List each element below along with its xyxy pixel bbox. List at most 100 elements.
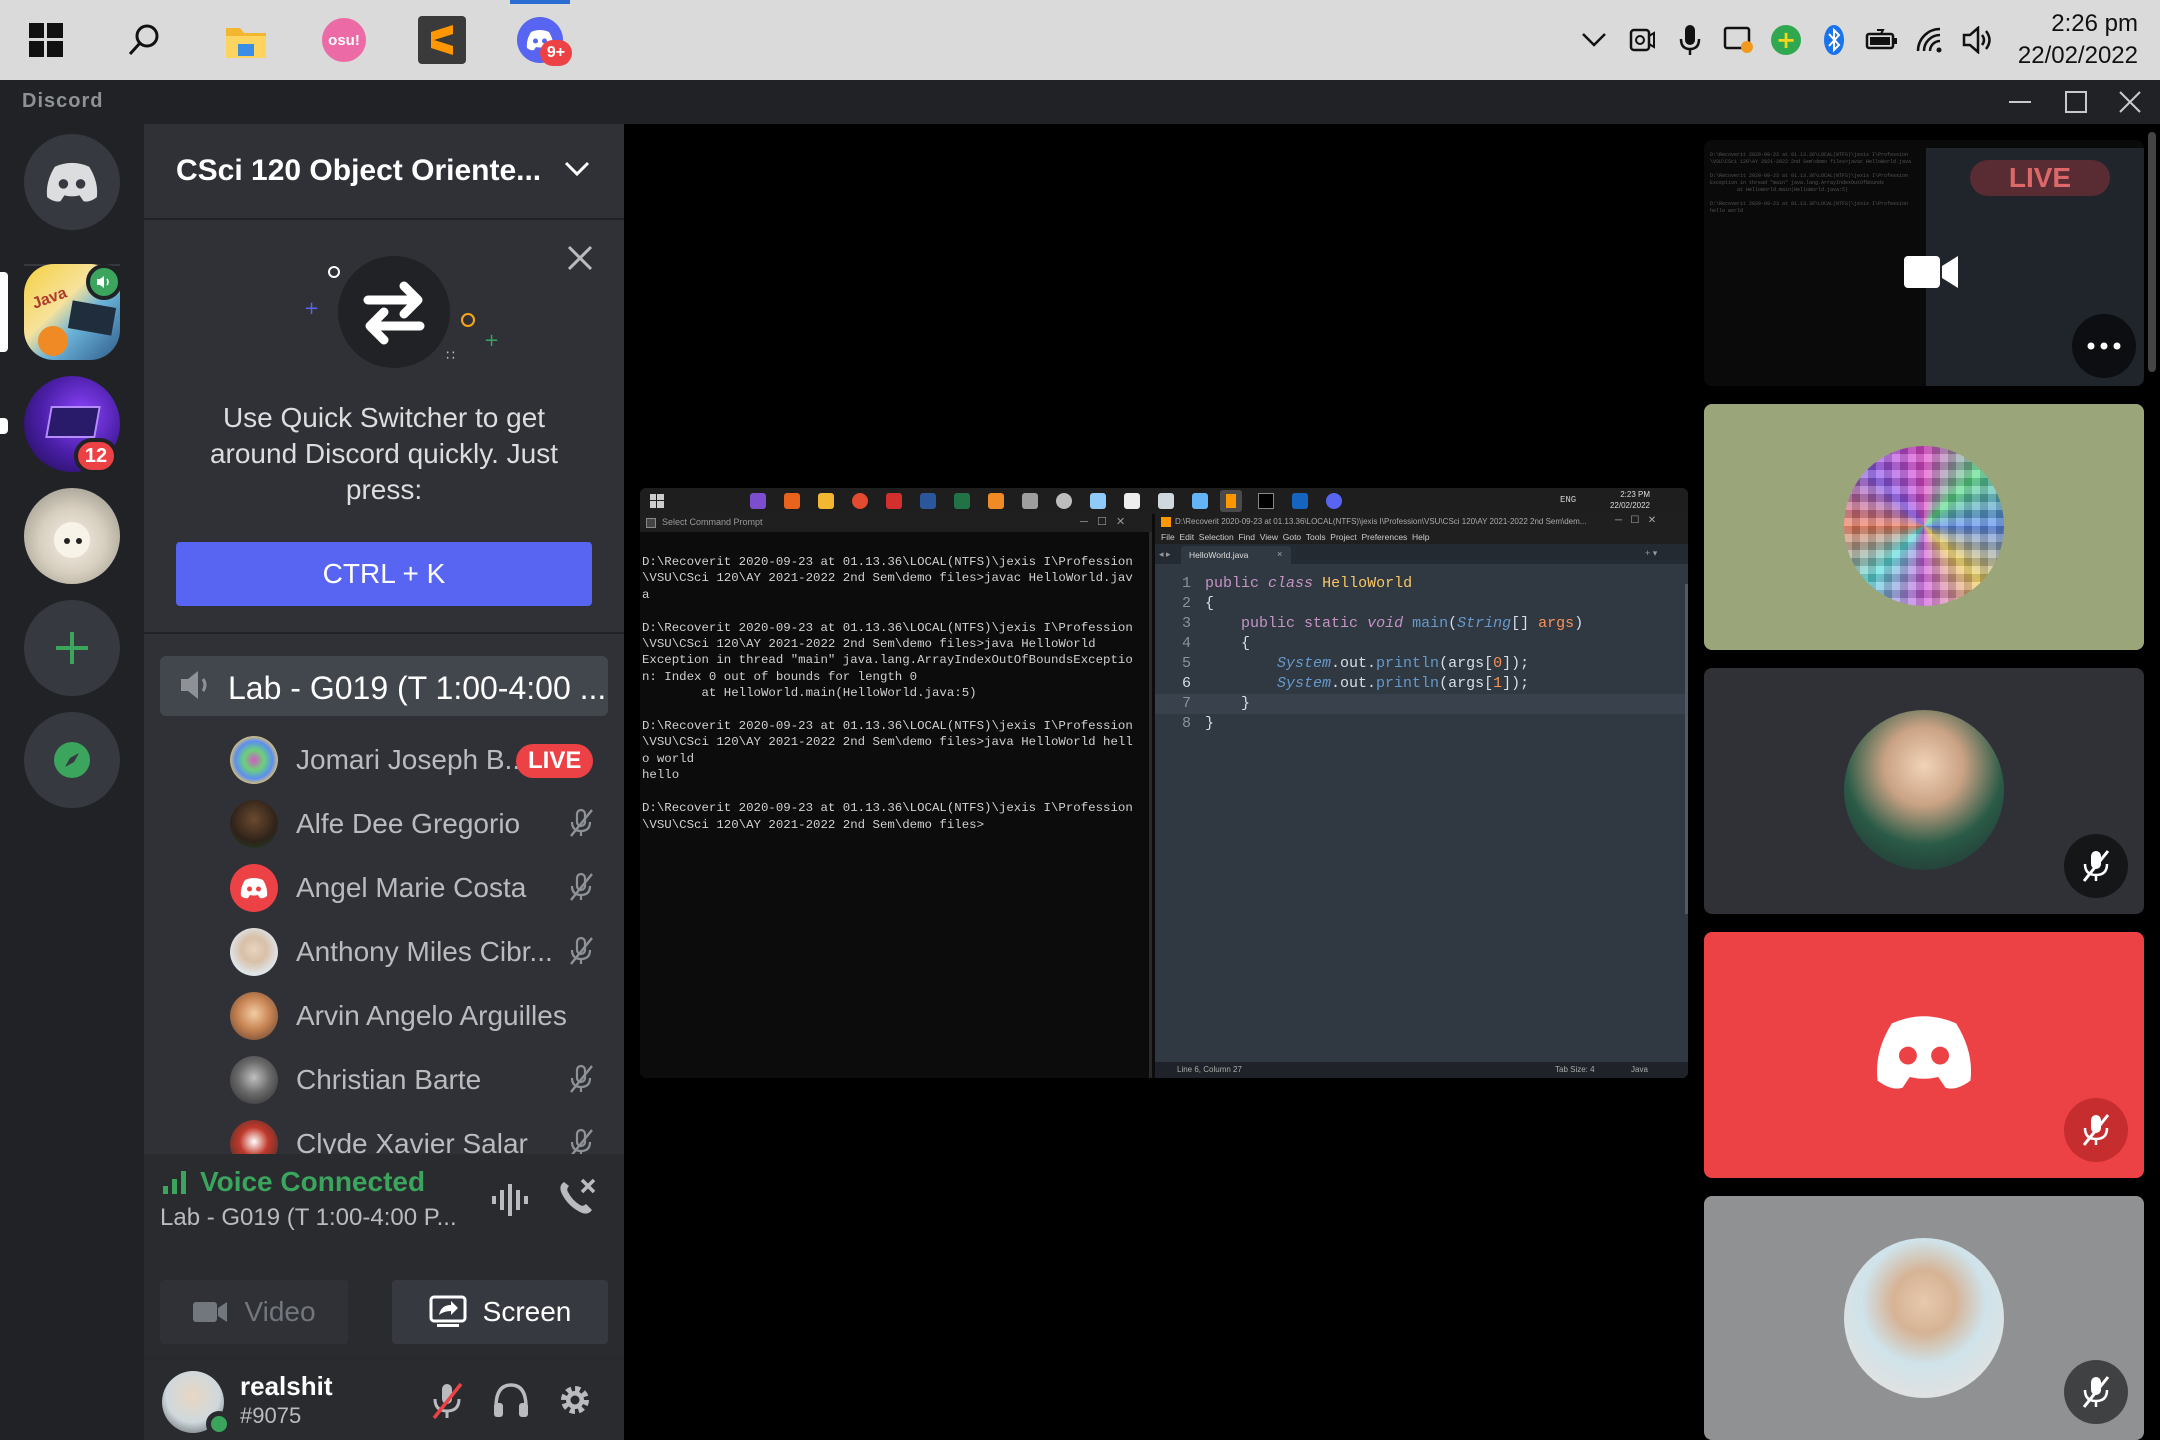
- more-options-icon[interactable]: [2072, 314, 2136, 378]
- live-badge: LIVE: [516, 744, 594, 778]
- voice-member[interactable]: Christian Barte: [230, 1050, 610, 1110]
- quick-switcher-text: Use Quick Switcher to get around Discord…: [209, 402, 559, 505]
- code-line: System.out.println(args[0]);: [1277, 655, 1530, 672]
- command-prompt-line: \VSU\CSci 120\AY 2021-2022 2nd Sem\demo …: [642, 817, 985, 832]
- sublime-tab-helloworld: HelloWorld.java ×: [1181, 546, 1291, 564]
- active-app-indicator: [510, 0, 570, 4]
- avatar: [230, 864, 278, 912]
- voice-connected-status[interactable]: Voice Connected: [200, 1166, 425, 1198]
- participant-tile[interactable]: [1704, 404, 2144, 650]
- maximize-button[interactable]: [2056, 84, 2096, 120]
- gear-icon[interactable]: [556, 1381, 594, 1424]
- stream-preview-tile[interactable]: D:\Recoverit 2020-09-23 at 01.13.36\LOCA…: [1704, 140, 2144, 386]
- muted-mic-icon: [568, 808, 594, 845]
- sublime-tabbar: ◂ ▸ HelloWorld.java × + ▾: [1155, 544, 1688, 564]
- explore-servers-button[interactable]: [24, 712, 120, 808]
- code-line: System.out.println(args[1]);: [1277, 675, 1530, 692]
- inner-app-icon: [886, 493, 902, 509]
- voice-member[interactable]: Clyde Xavier Salar: [230, 1114, 610, 1154]
- inner-app-icon: [784, 493, 800, 509]
- screen-share-button[interactable]: Screen: [392, 1280, 608, 1344]
- discord-taskbar-icon[interactable]: 9+: [510, 0, 572, 66]
- inner-app-icon: [954, 493, 970, 509]
- avatar: [230, 800, 278, 848]
- voice-member[interactable]: Arvin Angelo Arguilles: [230, 986, 610, 1046]
- mute-microphone-icon[interactable]: [430, 1381, 464, 1426]
- file-explorer-icon[interactable]: [220, 14, 272, 66]
- inner-language: ENG: [1560, 495, 1577, 505]
- windows-start-icon[interactable]: [20, 14, 72, 66]
- voice-active-speaker-icon: [86, 264, 122, 300]
- battery-icon[interactable]: [1864, 22, 1900, 58]
- line-number: 4: [1181, 635, 1191, 652]
- inner-app-icon: [1022, 493, 1038, 509]
- command-prompt-line: \VSU\CSci 120\AY 2021-2022 2nd Sem\demo …: [642, 735, 1133, 750]
- member-name: Arvin Angelo Arguilles: [296, 1000, 567, 1031]
- voice-member[interactable]: Alfe Dee Gregorio: [230, 794, 610, 854]
- bluetooth-icon[interactable]: [1816, 22, 1852, 58]
- app-tray-icon[interactable]: +: [1768, 22, 1804, 58]
- code-line: public static void main(String[] args): [1241, 615, 1584, 632]
- tray-overflow-chevron-icon[interactable]: [1576, 22, 1612, 58]
- svg-text:+: +: [484, 330, 499, 351]
- muted-mic-icon: [568, 1064, 594, 1101]
- headphones-icon[interactable]: [492, 1381, 530, 1424]
- osu-icon[interactable]: osu!: [318, 14, 370, 66]
- guild-name: CSci 120 Object Oriente...: [176, 154, 542, 187]
- live-indicator: LIVE: [1970, 160, 2110, 196]
- command-prompt-line: o world: [642, 751, 695, 766]
- sublime-menu: File Edit Selection Find View Goto Tools…: [1161, 532, 1430, 542]
- signal-strength-icon: [163, 1171, 186, 1194]
- quick-switcher-shortcut-button[interactable]: CTRL + K: [176, 542, 592, 606]
- video-camera-icon: [1904, 256, 1958, 288]
- unread-server-pill: [0, 418, 8, 434]
- sublime-text-window: D:\Recoverit 2020-09-23 at 01.13.36\LOCA…: [1155, 514, 1688, 1078]
- muted-mic-icon: [568, 936, 594, 973]
- camera-tray-icon[interactable]: [1624, 22, 1660, 58]
- voice-connected-channel[interactable]: Lab - G019 (T 1:00-4:00 P...: [160, 1204, 457, 1232]
- muted-mic-icon: [2064, 1098, 2128, 1162]
- participant-tile[interactable]: [1704, 932, 2144, 1178]
- voice-member[interactable]: Anthony Miles Cibr...: [230, 922, 610, 982]
- code-line: }: [1205, 695, 1251, 712]
- command-prompt-line: Exception in thread "main" java.lang.Arr…: [642, 653, 1133, 668]
- voice-member[interactable]: Jomari Joseph B... LIVE: [230, 730, 610, 790]
- selected-server-pill: [0, 272, 8, 352]
- discord-logo-icon: [46, 162, 98, 202]
- microphone-tray-icon[interactable]: [1672, 22, 1708, 58]
- video-button[interactable]: Video: [160, 1280, 348, 1344]
- username[interactable]: realshit: [240, 1371, 333, 1402]
- sublime-statusbar: Line 6, Column 27 Tab Size: 4 Java: [1155, 1062, 1688, 1078]
- discord-logo-icon: [1876, 1016, 1972, 1089]
- noise-suppression-icon[interactable]: [490, 1182, 530, 1223]
- sublime-titlebar: D:\Recoverit 2020-09-23 at 01.13.36\LOCA…: [1155, 514, 1688, 530]
- system-clock[interactable]: 2:26 pm 22/02/2022: [2018, 8, 2138, 72]
- dismiss-tip-button[interactable]: [566, 240, 594, 281]
- wifi-icon[interactable]: [1912, 22, 1948, 58]
- disconnect-call-icon[interactable]: [556, 1176, 598, 1223]
- minimize-button[interactable]: [2000, 84, 2040, 120]
- home-button[interactable]: [24, 134, 120, 230]
- voice-channel-lab-g019[interactable]: Lab - G019 (T 1:00-4:00 ...: [160, 656, 608, 716]
- server-puppy[interactable]: [24, 488, 120, 584]
- volume-icon[interactable]: [1960, 22, 1996, 58]
- add-server-button[interactable]: [24, 600, 120, 696]
- participant-tile[interactable]: [1704, 1196, 2144, 1440]
- screen-share-icon: [429, 1295, 467, 1327]
- tiles-scrollbar[interactable]: [2148, 132, 2156, 372]
- close-window-button[interactable]: [2110, 84, 2150, 120]
- code-line: {: [1205, 635, 1251, 652]
- sublime-text-icon[interactable]: [416, 14, 468, 66]
- participant-tile[interactable]: [1704, 668, 2144, 914]
- voice-member[interactable]: Angel Marie Costa: [230, 858, 610, 918]
- guild-header[interactable]: CSci 120 Object Oriente...: [144, 124, 624, 220]
- search-icon[interactable]: [118, 14, 170, 66]
- code-line: {: [1205, 595, 1215, 612]
- screen-share-stream[interactable]: ENG 2:23 PM 22/02/2022 Select Command Pr…: [640, 488, 1688, 1078]
- voice-connection-panel: Voice Connected Lab - G019 (T 1:00-4:00 …: [144, 1154, 624, 1358]
- screen-share-tray-icon[interactable]: [1720, 22, 1756, 58]
- inner-app-icon: [818, 493, 834, 509]
- inner-app-icon: [1326, 493, 1342, 509]
- inner-app-icon: [1090, 493, 1106, 509]
- line-number: 3: [1181, 615, 1191, 632]
